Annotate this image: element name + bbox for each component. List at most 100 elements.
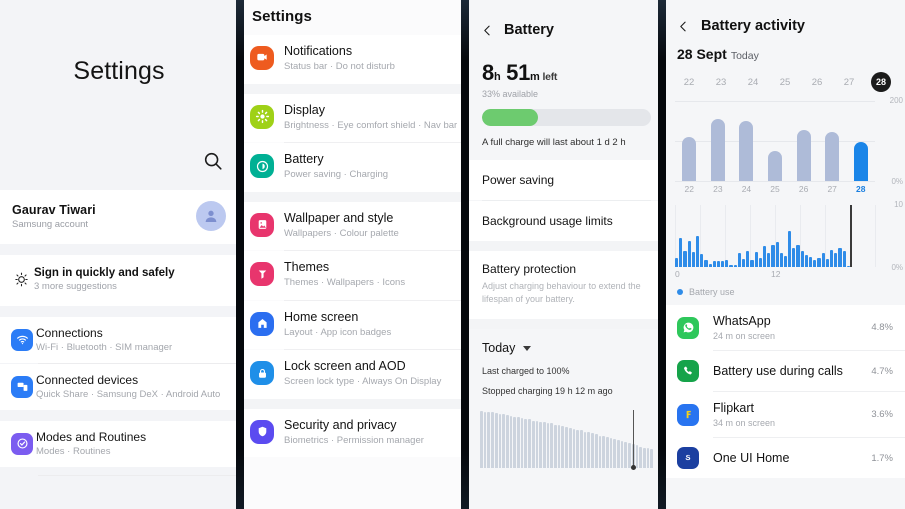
settings-row-wallpaper[interactable]: Wallpaper and style Wallpapers · Colour …: [238, 201, 468, 251]
chart-bar: [853, 141, 868, 181]
row-subtitle: Wallpapers · Colour palette: [284, 227, 399, 239]
settings-row-home-screen[interactable]: Home screen Layout · App icon badges: [238, 300, 468, 350]
battery-protection-title: Battery protection: [482, 262, 577, 276]
panel2-title: Settings: [252, 8, 312, 25]
samsung-account-row[interactable]: Gaurav Tiwari Samsung account: [0, 190, 238, 244]
app-battery-row[interactable]: Flipkart 34 m on screen 3.6%: [665, 392, 905, 437]
settings-row-battery[interactable]: Battery Power saving · Charging: [238, 143, 468, 192]
day-picker[interactable]: 22 23 24 25 26 27 28: [665, 68, 905, 95]
day-picker-27[interactable]: 27: [833, 77, 865, 88]
search-icon[interactable]: [202, 150, 224, 172]
settings-row-connections[interactable]: Connections Wi-Fi · Bluetooth · SIM mana…: [0, 317, 238, 363]
day-picker-23[interactable]: 23: [705, 77, 737, 88]
settings-row-lock-screen[interactable]: Lock screen and AOD Screen lock type · A…: [238, 350, 468, 399]
settings-row-modes-routines[interactable]: Modes and Routines Modes · Routines: [0, 421, 238, 467]
chart-bar: [834, 253, 838, 267]
y-axis-label-bottom: 0%: [891, 263, 903, 272]
chart-bar: [779, 252, 783, 267]
chart-bar: [483, 411, 487, 469]
chart-bar: [733, 265, 737, 267]
screenshot-stage: Settings Gaurav Tiwari Samsung account S…: [0, 0, 905, 509]
chart-bar: [796, 245, 800, 267]
row-title: Wallpaper and style: [284, 210, 394, 225]
chart-bar: [531, 420, 535, 469]
settings-row-display[interactable]: Display Brightness · Eye comfort shield …: [238, 93, 468, 143]
settings-group: Connections Wi-Fi · Bluetooth · SIM mana…: [0, 317, 238, 410]
chart-bar: [775, 242, 779, 267]
row-title: Home screen: [284, 309, 359, 324]
row-subtitle: Status bar · Do not disturb: [284, 61, 395, 72]
chart-bar: [502, 414, 505, 469]
one-ui-home-icon: [677, 447, 703, 469]
settings-row-connected-devices[interactable]: Connected devices Quick Share · Samsung …: [0, 364, 238, 410]
day-picker-28[interactable]: 28: [865, 72, 897, 92]
chart-bar: [650, 448, 654, 469]
chart-bar: [768, 151, 783, 181]
chart-bar: [520, 418, 524, 469]
wallpaper-icon: [250, 211, 284, 237]
battery-hours: 8: [482, 60, 494, 85]
chart-bar: [700, 253, 704, 267]
battery-protection-item[interactable]: Battery protection Adjust charging behav…: [468, 251, 665, 320]
section-gap-2: [0, 306, 238, 317]
last-charged-text: Last charged to 100%: [482, 366, 570, 377]
settings-home-panel: Settings Gaurav Tiwari Samsung account S…: [0, 0, 238, 509]
day-picker-22[interactable]: 22: [673, 77, 705, 88]
chart-bar: [762, 245, 767, 267]
chart-column: [704, 101, 733, 181]
home-icon: [250, 310, 284, 336]
section-gap-3: [0, 410, 238, 421]
power-saving-item[interactable]: Power saving: [468, 160, 665, 200]
chart-bar: [710, 119, 725, 181]
chart-bar: [646, 448, 650, 469]
hourly-chart-x-labels: 0 12: [675, 269, 875, 281]
background-usage-limits-item[interactable]: Background usage limits: [468, 201, 665, 241]
chart-bar: [809, 257, 813, 267]
row-subtitle: Brightness · Eye comfort shield · Nav ba…: [284, 119, 458, 131]
chart-bar: [535, 421, 539, 469]
app-battery-percent: 3.6%: [871, 409, 893, 420]
chart-bar: [587, 432, 591, 469]
brightness-icon: [250, 103, 284, 129]
stopped-charging-text: Stopped charging 19 h 12 m ago: [482, 385, 613, 396]
row-subtitle: Layout · App icon badges: [284, 326, 392, 338]
chart-bar: [546, 422, 550, 469]
phone-bezel-left-4: [658, 0, 666, 509]
chart-bar: [602, 436, 605, 469]
back-chevron-icon[interactable]: [677, 20, 690, 33]
wifi-icon: [8, 328, 36, 351]
settings-row-themes[interactable]: Themes Themes · Wallpapers · Icons: [238, 251, 468, 300]
app-battery-row[interactable]: WhatsApp 24 m on screen 4.8%: [665, 305, 905, 350]
avatar[interactable]: [196, 201, 226, 231]
chart-bar: [594, 434, 598, 469]
suggestion-title: Sign in quickly and safely: [34, 267, 175, 279]
today-dropdown[interactable]: Today: [468, 329, 665, 360]
day-picker-selected[interactable]: 28: [871, 72, 891, 92]
battery-icon: [250, 152, 284, 179]
battery-summary: 8h 51m left 33% available A full charge w…: [468, 52, 665, 160]
day-picker-24[interactable]: 24: [737, 77, 769, 88]
chart-bar: [682, 137, 697, 181]
app-name: One UI Home: [713, 451, 790, 465]
app-battery-row[interactable]: Battery use during calls 4.7%: [665, 351, 905, 391]
day-picker-25[interactable]: 25: [769, 77, 801, 88]
row-title: Notifications: [284, 44, 353, 58]
day-picker-26[interactable]: 26: [801, 77, 833, 88]
y-axis-label-bottom: 0%: [891, 177, 903, 186]
app-battery-row[interactable]: One UI Home 1.7%: [665, 438, 905, 478]
battery-time-suffix: left: [542, 71, 558, 83]
app-info: Flipkart 34 m on screen: [703, 401, 871, 428]
suggestion-card[interactable]: Sign in quickly and safely 3 more sugges…: [0, 255, 238, 306]
chart-bar: [598, 435, 602, 469]
x-axis-label: 25: [770, 184, 780, 194]
settings-row-notifications[interactable]: Notifications Status bar · Do not distur…: [238, 35, 468, 84]
chart-bar: [565, 426, 568, 469]
back-chevron-icon[interactable]: [481, 24, 494, 37]
chart-bar: [721, 260, 725, 267]
chart-bar: [746, 250, 750, 267]
suggestion-subtitle: 3 more suggestions: [34, 281, 117, 292]
chevron-down-icon[interactable]: [523, 345, 532, 351]
chart-bar: [783, 256, 788, 267]
notification-icon: [250, 44, 284, 70]
settings-row-security[interactable]: Security and privacy Biometrics · Permis…: [238, 408, 468, 458]
